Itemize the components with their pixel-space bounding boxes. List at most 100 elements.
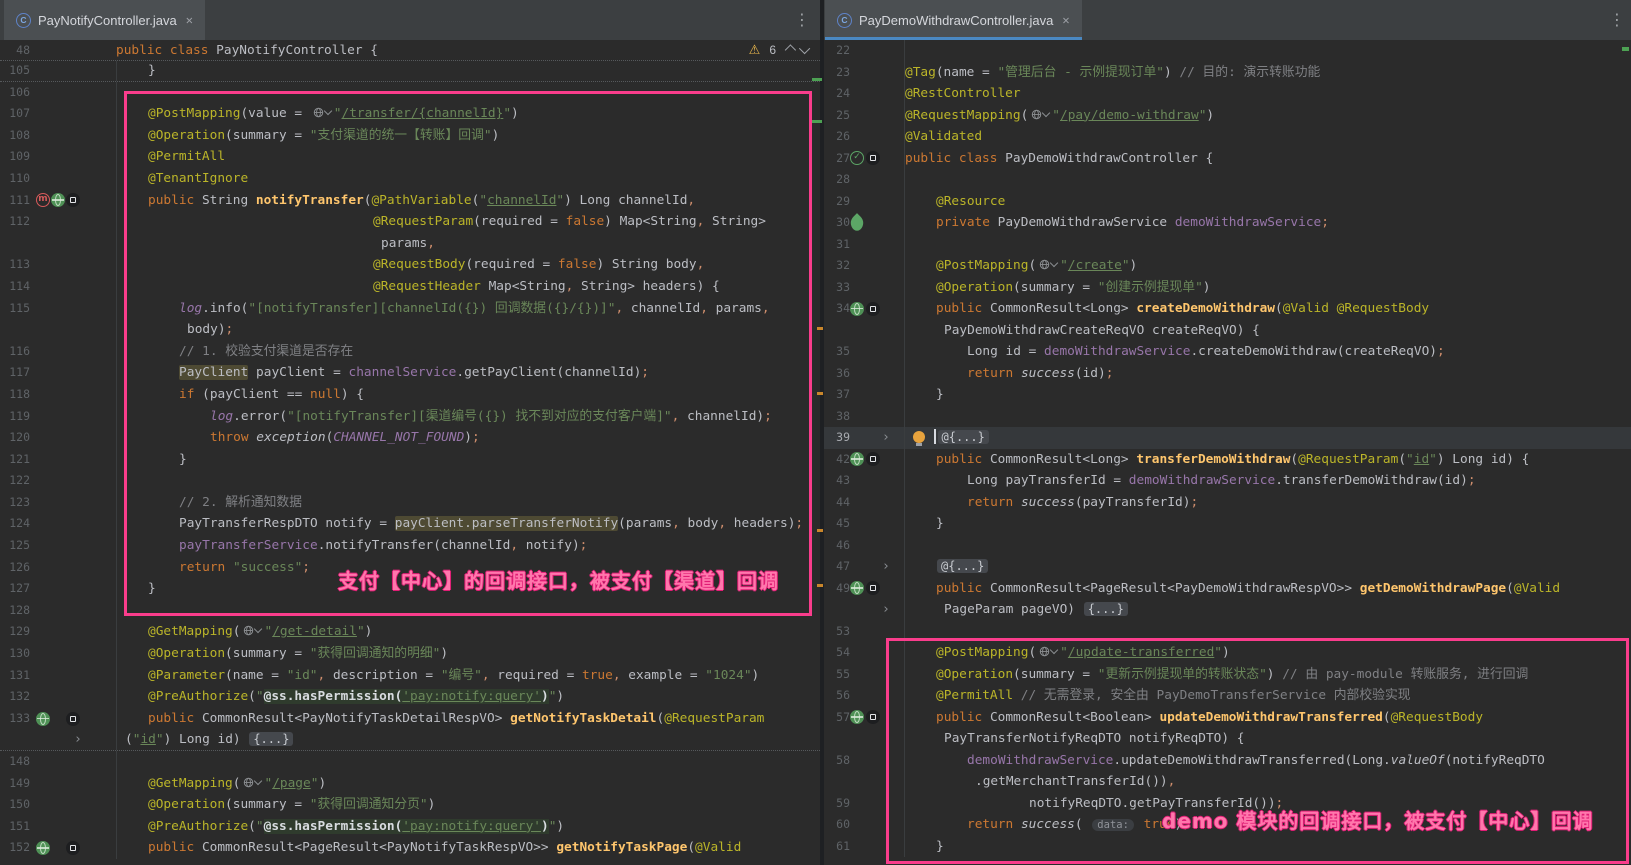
code-line-29[interactable]: 29@Resource — [824, 191, 1631, 213]
line-number[interactable]: 37 — [824, 384, 850, 406]
intention-bulb-icon[interactable] — [913, 431, 925, 443]
prev-warning-icon[interactable] — [785, 44, 796, 55]
code-line-112[interactable]: 112@RequestParam(required = false) Map<S… — [0, 211, 820, 233]
line-number[interactable]: 106 — [0, 82, 30, 104]
code-line-115[interactable]: 115log.info("[notifyTransfer][channelId(… — [0, 298, 820, 320]
line-number[interactable]: 30 — [824, 212, 850, 234]
line-number[interactable]: 48 — [0, 43, 30, 57]
line-number[interactable]: 152 — [0, 837, 30, 859]
api-doc-icon[interactable] — [66, 841, 80, 855]
line-number[interactable]: 150 — [0, 794, 30, 816]
line-number[interactable]: 60 — [824, 814, 850, 836]
code-line-wrap[interactable]: params, — [0, 233, 820, 255]
inspections-widget[interactable]: ⚠ 6 — [749, 40, 810, 60]
line-number[interactable]: 27 — [824, 148, 850, 170]
code-line-38[interactable]: 38 — [824, 406, 1631, 428]
fold-arrow-icon[interactable]: › — [74, 732, 82, 748]
code-line-120[interactable]: 120throw exception(CHANNEL_NOT_FOUND); — [0, 427, 820, 449]
code-line-130[interactable]: 130@Operation(summary = "获得回调通知的明细") — [0, 643, 820, 665]
code-line-54[interactable]: 54@PostMapping("/update-transferred") — [824, 642, 1631, 664]
code-line-53[interactable]: 53 — [824, 621, 1631, 643]
code-line-37[interactable]: 37} — [824, 384, 1631, 406]
close-icon[interactable]: ✕ — [186, 14, 193, 26]
code-line-107[interactable]: 107@PostMapping(value = "/transfer/{chan… — [0, 103, 820, 125]
line-number[interactable]: 58 — [824, 750, 850, 772]
code-line-121[interactable]: 121} — [0, 449, 820, 471]
code-line-110[interactable]: 110@TenantIgnore — [0, 168, 820, 190]
url-globe-icon[interactable] — [313, 107, 331, 118]
code-line-25[interactable]: 25@RequestMapping("/pay/demo-withdraw") — [824, 105, 1631, 127]
line-number[interactable]: 127 — [0, 578, 30, 600]
api-doc-icon[interactable] — [866, 302, 880, 316]
line-number[interactable]: 34 — [824, 298, 850, 320]
line-number[interactable]: 23 — [824, 62, 850, 84]
api-doc-icon[interactable] — [66, 712, 80, 726]
line-number[interactable]: 132 — [0, 686, 30, 708]
code-line-23[interactable]: 23@Tag(name = "管理后台 - 示例提现订单") // 目的: 演示… — [824, 62, 1631, 84]
line-number[interactable]: 120 — [0, 427, 30, 449]
line-number[interactable]: 128 — [0, 600, 30, 622]
line-number[interactable]: 28 — [824, 169, 850, 191]
code-line-118[interactable]: 118if (payClient == null) { — [0, 384, 820, 406]
line-number[interactable]: 108 — [0, 125, 30, 147]
editor-paydemowithdrawcontroller[interactable]: 2223@Tag(name = "管理后台 - 示例提现订单") // 目的: … — [824, 40, 1631, 865]
line-number[interactable]: 151 — [0, 816, 30, 838]
line-number[interactable]: 131 — [0, 665, 30, 687]
line-number[interactable]: 125 — [0, 535, 30, 557]
code-line-33[interactable]: 33@Operation(summary = "创建示例提现单") — [824, 277, 1631, 299]
editor-paynotifycontroller[interactable]: 105}106107@PostMapping(value = "/transfe… — [0, 40, 820, 865]
folded-code-chip[interactable]: @{...} — [938, 430, 989, 444]
mock-icon[interactable]: m — [36, 193, 50, 207]
code-line-111[interactable]: 111mpublic String notifyTransfer(@PathVa… — [0, 190, 820, 212]
url-globe-icon[interactable] — [243, 625, 261, 636]
code-line-55[interactable]: 55@Operation(summary = "更新示例提现单的转账状态") /… — [824, 664, 1631, 686]
endpoint-icon[interactable] — [36, 712, 50, 726]
code-line-36[interactable]: 36return success(id); — [824, 363, 1631, 385]
line-number[interactable]: 123 — [0, 492, 30, 514]
fold-arrow-icon[interactable]: › — [882, 602, 890, 618]
code-line-wrap[interactable]: ›("id") Long id) {...} — [0, 729, 820, 751]
code-line-129[interactable]: 129@GetMapping("/get-detail") — [0, 621, 820, 643]
folded-code-chip[interactable]: {...} — [249, 732, 293, 746]
code-line-wrap[interactable]: PayDemoWithdrawCreateReqVO createReqVO) … — [824, 320, 1631, 342]
line-number[interactable]: 54 — [824, 642, 850, 664]
code-line-125[interactable]: 125payTransferService.notifyTransfer(cha… — [0, 535, 820, 557]
line-number[interactable]: 42 — [824, 449, 850, 471]
spring-bean-icon[interactable] — [847, 213, 867, 233]
line-number[interactable]: 33 — [824, 277, 850, 299]
code-line-wrap[interactable]: PayTransferNotifyReqDTO notifyReqDTO) { — [824, 728, 1631, 750]
line-number[interactable]: 29 — [824, 191, 850, 213]
line-number[interactable]: 121 — [0, 449, 30, 471]
api-doc-icon[interactable] — [66, 193, 80, 207]
code-line-wrap[interactable]: ›PageParam pageVO) {...} — [824, 599, 1631, 621]
line-number[interactable]: 55 — [824, 664, 850, 686]
line-number[interactable]: 119 — [0, 406, 30, 428]
line-number[interactable]: 110 — [0, 168, 30, 190]
line-number[interactable]: 130 — [0, 643, 30, 665]
code-line-150[interactable]: 150@Operation(summary = "获得回调通知分页") — [0, 794, 820, 816]
code-line-30[interactable]: 30private PayDemoWithdrawService demoWit… — [824, 212, 1631, 234]
code-line-151[interactable]: 151@PreAuthorize("@ss.hasPermission('pay… — [0, 816, 820, 838]
line-number[interactable]: 49 — [824, 578, 850, 600]
folded-code-chip[interactable]: @{...} — [937, 559, 988, 573]
code-line-wrap[interactable]: body); — [0, 319, 820, 341]
code-line-122[interactable]: 122 — [0, 470, 820, 492]
tab-paydemowithdrawcontroller[interactable]: C PayDemoWithdrawController.java ✕ — [825, 0, 1082, 40]
code-line-152[interactable]: 152public CommonResult<PageResult<PayNot… — [0, 837, 820, 859]
code-line-131[interactable]: 131@Parameter(name = "id", description =… — [0, 665, 820, 687]
line-number[interactable]: 122 — [0, 470, 30, 492]
code-line-106[interactable]: 106 — [0, 82, 820, 104]
code-line-43[interactable]: 43Long payTransferId = demoWithdrawServi… — [824, 470, 1631, 492]
code-line-132[interactable]: 132@PreAuthorize("@ss.hasPermission('pay… — [0, 686, 820, 708]
code-line-149[interactable]: 149@GetMapping("/page") — [0, 773, 820, 795]
url-globe-icon[interactable] — [1039, 259, 1057, 270]
url-globe-icon[interactable] — [243, 777, 261, 788]
code-line-47[interactable]: 47›@{...} — [824, 556, 1631, 578]
line-number[interactable]: 36 — [824, 363, 850, 385]
line-number[interactable]: 47 — [824, 556, 850, 578]
url-globe-icon[interactable] — [1039, 646, 1057, 657]
line-number[interactable]: 57 — [824, 707, 850, 729]
code-line-117[interactable]: 117PayClient payClient = channelService.… — [0, 362, 820, 384]
kebab-menu-icon[interactable]: ⋮ — [1609, 9, 1625, 31]
code-line-58[interactable]: 58demoWithdrawService.updateDemoWithdraw… — [824, 750, 1631, 772]
